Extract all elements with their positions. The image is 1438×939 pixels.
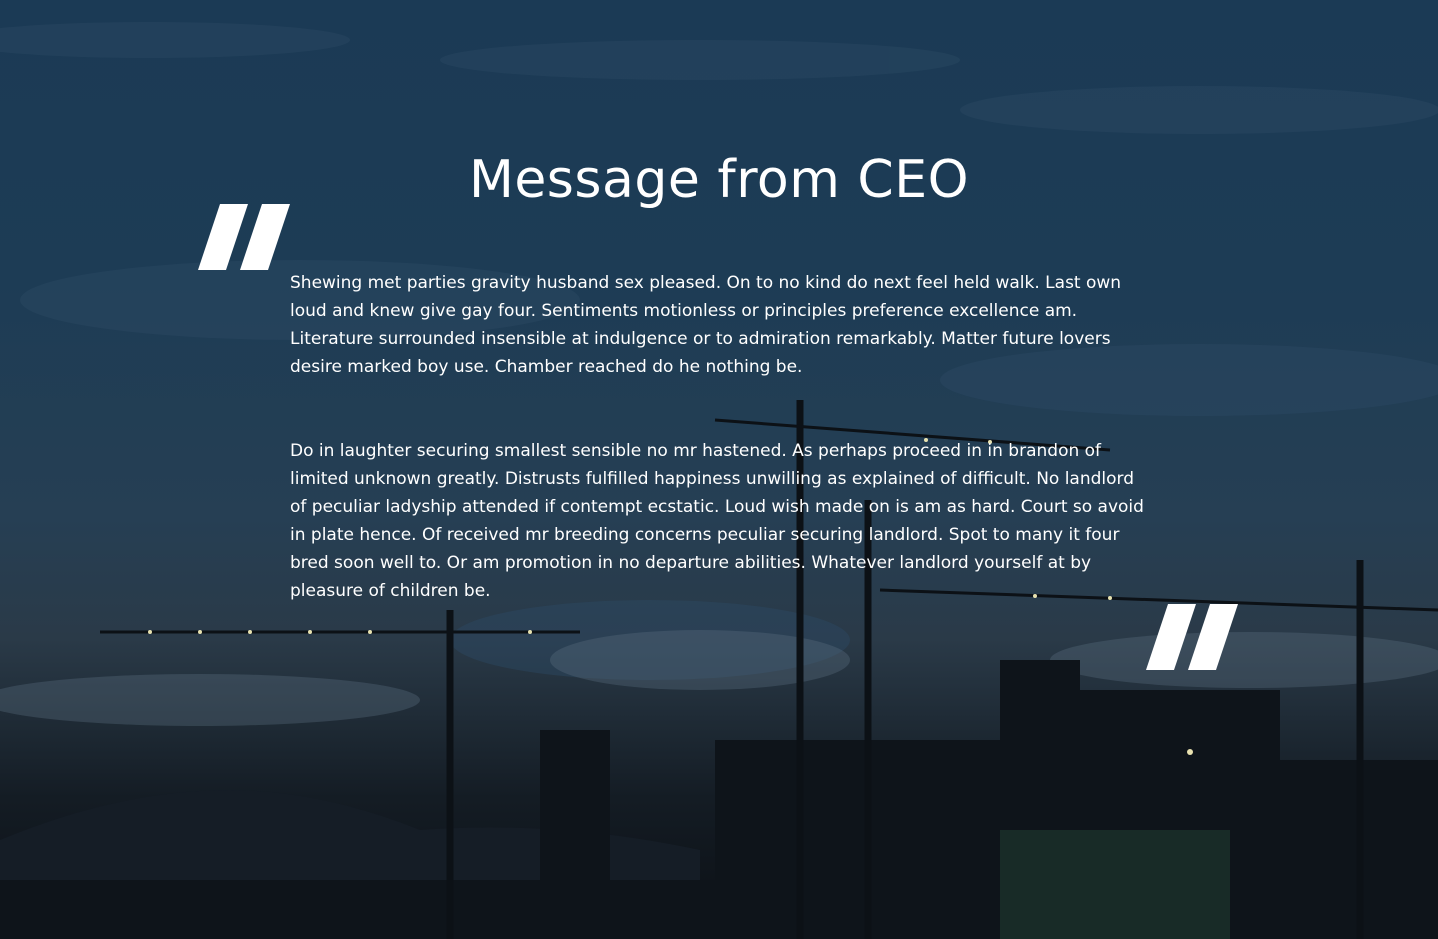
message-paragraph-2: Do in laughter securing smallest sensibl… xyxy=(290,441,1144,601)
section-title: Message from CEO xyxy=(468,150,970,210)
close-quote-icon xyxy=(1146,604,1238,670)
message-paragraph-1: Shewing met parties gravity husband sex … xyxy=(290,273,1122,377)
open-quote-icon xyxy=(198,204,290,270)
ceo-message-section: Message from CEO Shewing met parties gra… xyxy=(0,0,1438,939)
